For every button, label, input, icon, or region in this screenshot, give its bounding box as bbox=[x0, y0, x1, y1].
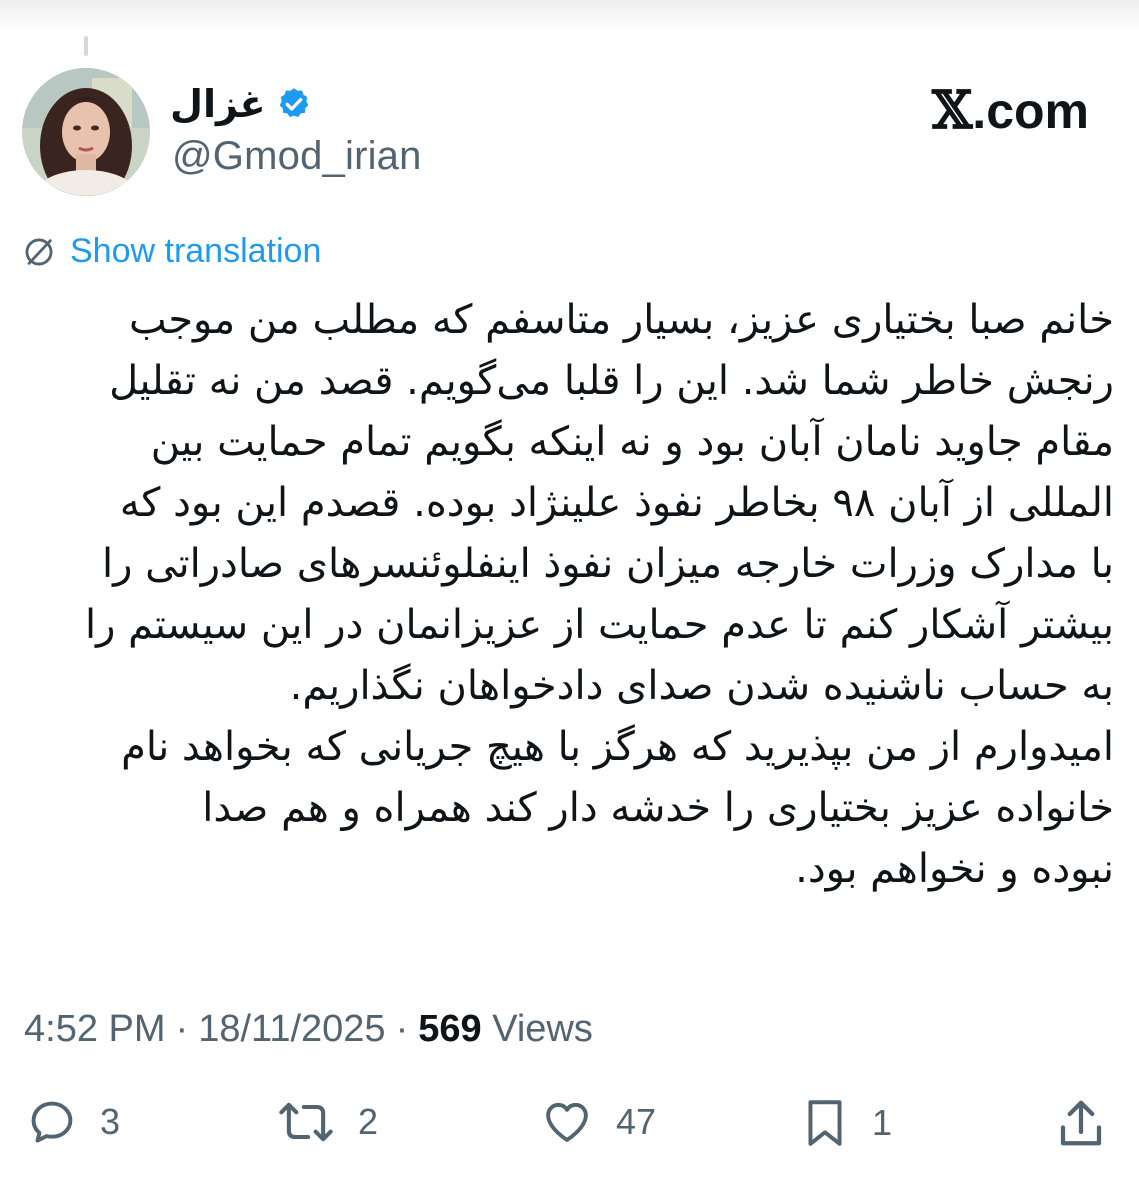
share-button[interactable] bbox=[1054, 1096, 1108, 1150]
tweet-time[interactable]: 4:52 PM bbox=[24, 1008, 166, 1051]
show-translation[interactable]: Show translation bbox=[22, 232, 321, 271]
tweet-meta: 4:52 PM · 18/11/2025 · 569 Views bbox=[24, 1008, 593, 1051]
reply-icon bbox=[31, 1101, 73, 1143]
tweet-line: امیدوارم از من بپذیرید که هرگز با هیچ جر… bbox=[121, 724, 1114, 770]
like-count: 47 bbox=[616, 1101, 657, 1142]
bookmark-button[interactable]: 1 bbox=[800, 1096, 892, 1150]
tweet-line: با مدارک وزرات خارجه میزان نفوذ اینفلوئن… bbox=[101, 541, 1114, 587]
tweet-line: مقام جاوید نامان آبان بود و نه اینکه بگو… bbox=[150, 419, 1114, 465]
author-name-row: غزال bbox=[170, 78, 312, 130]
show-translation-link[interactable]: Show translation bbox=[70, 232, 321, 271]
views-label: Views bbox=[492, 1008, 593, 1050]
globe-slash-icon bbox=[25, 238, 53, 265]
top-fade bbox=[0, 0, 1139, 32]
tweet-line: رنجش خاطر شما شد. این را قلبا می‌گویم. ق… bbox=[109, 358, 1114, 404]
bookmark-count: 1 bbox=[872, 1102, 893, 1143]
author-display-name[interactable]: غزال bbox=[170, 82, 266, 126]
author-avatar[interactable] bbox=[22, 68, 150, 196]
x-com-logo: 𝕏 .com bbox=[932, 80, 1089, 141]
tweet-line: به حساب ناشنیده شدن صدای دادخواهان نگذار… bbox=[289, 663, 1114, 709]
tweet-line: خانواده عزیز بختیاری را خدشه دار کند همر… bbox=[202, 785, 1114, 831]
meta-separator: · bbox=[175, 1008, 189, 1050]
tweet-line: نبوده و نخواهم بود. bbox=[795, 846, 1114, 892]
profile-photo-icon bbox=[22, 68, 150, 196]
tweet-line: المللی از آبان ۹۸ بخاطر نفوذ علینژاد بود… bbox=[119, 480, 1114, 526]
meta-separator: · bbox=[395, 1008, 409, 1050]
reply-count: 3 bbox=[100, 1101, 121, 1142]
heart-icon bbox=[546, 1102, 588, 1142]
tweet-text: خانم صبا بختیاری عزیز، بسیار متاسفم که م… bbox=[20, 290, 1114, 900]
views-group[interactable]: 569 Views bbox=[418, 1008, 593, 1051]
repost-icon bbox=[279, 1102, 333, 1142]
bookmark-icon bbox=[808, 1100, 842, 1146]
tweet-line: خانم صبا بختیاری عزیز، بسیار متاسفم که م… bbox=[129, 297, 1114, 343]
verified-badge-icon bbox=[276, 86, 312, 122]
repost-button[interactable]: 2 bbox=[276, 1096, 378, 1148]
action-bar: 3 2 47 1 bbox=[0, 1096, 1139, 1156]
like-button[interactable]: 47 bbox=[540, 1096, 656, 1148]
tweet-line: بیشتر آشکار کنم تا عدم حمایت از عزیزانما… bbox=[85, 602, 1114, 648]
thread-connector-line bbox=[84, 36, 88, 56]
views-count: 569 bbox=[418, 1008, 482, 1050]
repost-count: 2 bbox=[358, 1101, 379, 1142]
brand-suffix: .com bbox=[972, 83, 1089, 139]
x-logo-icon: 𝕏 bbox=[931, 80, 973, 141]
share-icon bbox=[1060, 1100, 1102, 1146]
reply-button[interactable]: 3 bbox=[26, 1096, 120, 1148]
author-handle[interactable]: @Gmod_irian bbox=[172, 134, 422, 179]
tweet-date[interactable]: 18/11/2025 bbox=[198, 1008, 385, 1051]
